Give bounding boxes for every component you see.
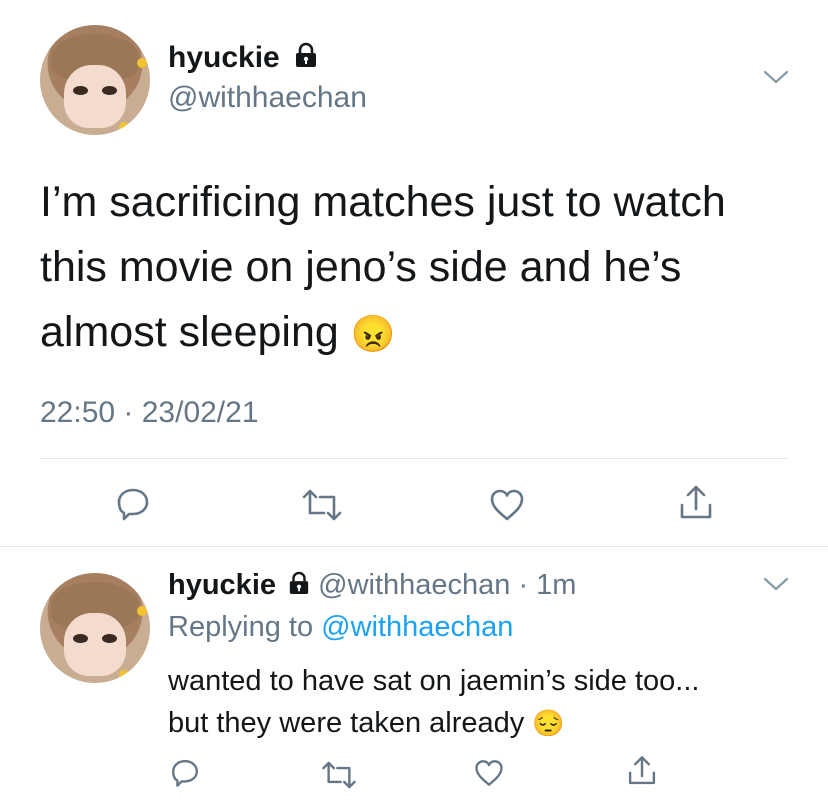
lock-icon [288, 568, 310, 604]
divider [0, 546, 828, 547]
angry-face-emoji: 😠 [350, 313, 396, 354]
share-icon[interactable] [625, 754, 659, 788]
handle[interactable]: @withhaechan [168, 80, 367, 116]
author-name-row: hyuckie [168, 40, 318, 77]
divider [40, 458, 788, 459]
avatar[interactable] [40, 25, 150, 135]
reply-text: wanted to have sat on jaemin’s side too.… [168, 660, 808, 744]
relative-time: · 1m [518, 569, 577, 601]
avatar[interactable] [40, 573, 150, 683]
tweet-text-line: this movie on jeno’s side and he’s [40, 243, 682, 291]
tweet-text-line: wanted to have sat on jaemin’s side too.… [168, 665, 700, 697]
retweet-icon[interactable] [300, 488, 344, 522]
lock-icon [294, 41, 318, 77]
like-icon[interactable] [473, 758, 505, 788]
reply-header: hyuckie @withhaechan · 1m [168, 567, 576, 604]
chevron-down-icon[interactable] [762, 575, 790, 593]
like-icon[interactable] [488, 487, 526, 523]
reply-icon[interactable] [169, 757, 201, 789]
handle[interactable]: @withhaechan [318, 569, 510, 601]
tweet-text-line: almost sleeping 😠 [40, 308, 396, 356]
replying-to: Replying to @withhaechan [168, 611, 514, 643]
tweet-text-line: but they were taken already 😔 [168, 707, 565, 739]
reply-icon[interactable] [114, 485, 152, 523]
retweet-icon[interactable] [320, 760, 358, 790]
tweet-text: I’m sacrificing matches just to watch th… [40, 170, 800, 366]
chevron-down-icon[interactable] [762, 68, 790, 86]
timestamp[interactable]: 22:50 · 23/02/21 [40, 395, 259, 431]
replying-to-link[interactable]: @withhaechan [321, 611, 513, 643]
pensive-face-emoji: 😔 [532, 708, 565, 738]
share-icon[interactable] [676, 483, 716, 523]
display-name[interactable]: hyuckie [168, 569, 276, 601]
tweet-text-line: I’m sacrificing matches just to watch [40, 178, 726, 226]
display-name[interactable]: hyuckie [168, 41, 280, 74]
